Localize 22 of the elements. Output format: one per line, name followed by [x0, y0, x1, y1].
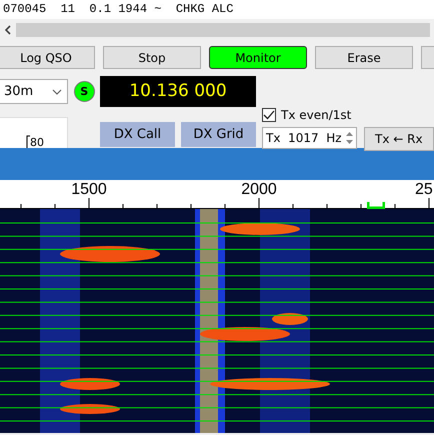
scrollbar[interactable]	[16, 23, 430, 37]
status-indicator: S	[74, 81, 95, 102]
band-dropdown[interactable]: 30m	[0, 79, 68, 104]
control-button[interactable]: Log QSO	[0, 46, 95, 69]
dx-button[interactable]: DX Grid	[181, 122, 256, 147]
dx-button[interactable]: DX Call	[100, 122, 175, 147]
meter-scale-label: 80	[30, 137, 44, 148]
axis-label: 1500	[70, 181, 108, 199]
tx-frequency-field[interactable]: Tx 1017 Hz	[262, 127, 357, 149]
frequency-display: 10.136 000	[100, 76, 256, 107]
scroll-left-icon[interactable]	[4, 25, 12, 35]
tx-from-rx-button[interactable]: Tx ← Rx	[364, 127, 434, 151]
control-button[interactable]: Monitor	[209, 46, 307, 69]
control-button[interactable]: Erase	[315, 46, 413, 69]
checkbox[interactable]	[262, 108, 276, 122]
checkbox-label: Tx even/1st	[281, 108, 352, 122]
control-button[interactable]: Stop	[103, 46, 201, 69]
scale-mark-icon	[26, 135, 31, 148]
axis-label: 2000	[240, 181, 278, 199]
tx-marker-icon	[367, 202, 385, 209]
axis-label: 25	[415, 181, 433, 199]
chevron-icon	[52, 88, 62, 94]
